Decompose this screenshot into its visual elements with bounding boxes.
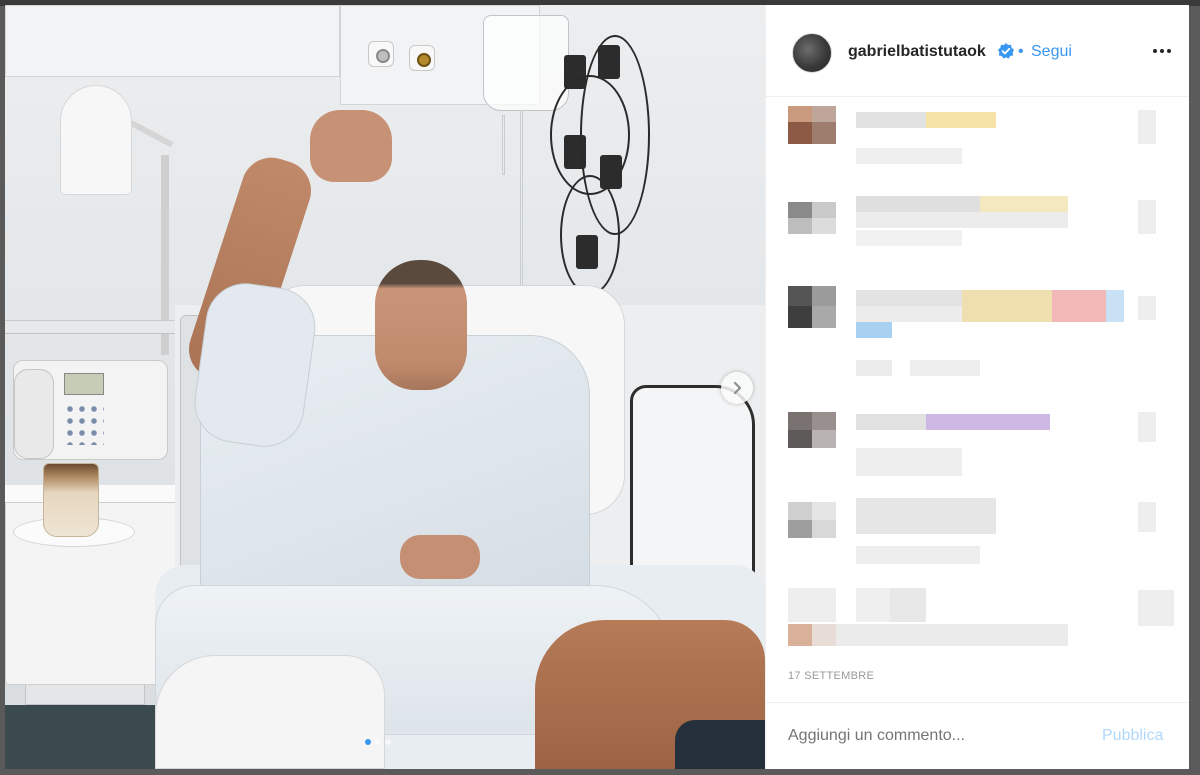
- carousel-dot: [385, 739, 391, 745]
- wall-panel: [5, 5, 340, 77]
- comment-text-blurred: [856, 498, 996, 534]
- comment-avatar-blurred: [788, 106, 812, 122]
- post-photo[interactable]: [5, 5, 765, 769]
- carousel-dot: [375, 739, 381, 745]
- head: [375, 260, 467, 390]
- coffee-cup: [43, 463, 99, 537]
- left-leg-stocking: [155, 655, 385, 769]
- wall-socket: [368, 41, 394, 67]
- follow-button[interactable]: Segui: [1031, 43, 1072, 61]
- iv-line: [502, 115, 505, 175]
- more-options-icon: [1153, 49, 1157, 53]
- carousel-next-button[interactable]: [721, 372, 753, 404]
- comment-text-blurred: [856, 112, 926, 128]
- carousel-dot-active: [365, 739, 371, 745]
- comment-text-blurred: [856, 414, 926, 430]
- floor: [5, 705, 165, 769]
- add-comment-bar: Pubblica: [766, 702, 1189, 769]
- post-date: 17 SETTEMBRE: [788, 670, 875, 682]
- carousel-indicator: [365, 739, 391, 745]
- verified-badge-icon: [998, 43, 1014, 59]
- more-options-button[interactable]: [1148, 39, 1176, 63]
- post-modal: gabrielbatistutaok • Segui 17 SETTEMBRE …: [5, 5, 1189, 769]
- telephone: [13, 360, 168, 460]
- wall-lamp: [60, 85, 132, 195]
- username-link[interactable]: gabrielbatistutaok: [848, 43, 986, 61]
- sock: [675, 720, 765, 769]
- lamp-arm: [126, 118, 174, 148]
- avatar[interactable]: [792, 33, 832, 73]
- header-separator: •: [1018, 43, 1024, 60]
- resting-hand: [400, 535, 480, 579]
- post-side-panel: gabrielbatistutaok • Segui 17 SETTEMBRE …: [765, 5, 1189, 769]
- comments-list: [766, 98, 1189, 668]
- publish-button[interactable]: Pubblica: [1102, 727, 1163, 745]
- comment-avatar-blurred: [788, 502, 812, 520]
- comment-input[interactable]: [788, 727, 1068, 745]
- comment-avatar-blurred: [788, 412, 812, 430]
- post-header: gabrielbatistutaok • Segui: [766, 5, 1189, 97]
- chevron-right-icon: [733, 381, 742, 395]
- comment-text-blurred: [856, 196, 980, 212]
- infusion-pumps: [550, 15, 660, 315]
- wall-socket: [409, 45, 435, 71]
- raised-fist: [310, 110, 392, 182]
- comment-avatar-blurred: [788, 202, 812, 218]
- comment-avatar-blurred: [788, 286, 812, 306]
- comment-text-blurred: [856, 290, 962, 306]
- comment-avatar-blurred: [788, 588, 836, 622]
